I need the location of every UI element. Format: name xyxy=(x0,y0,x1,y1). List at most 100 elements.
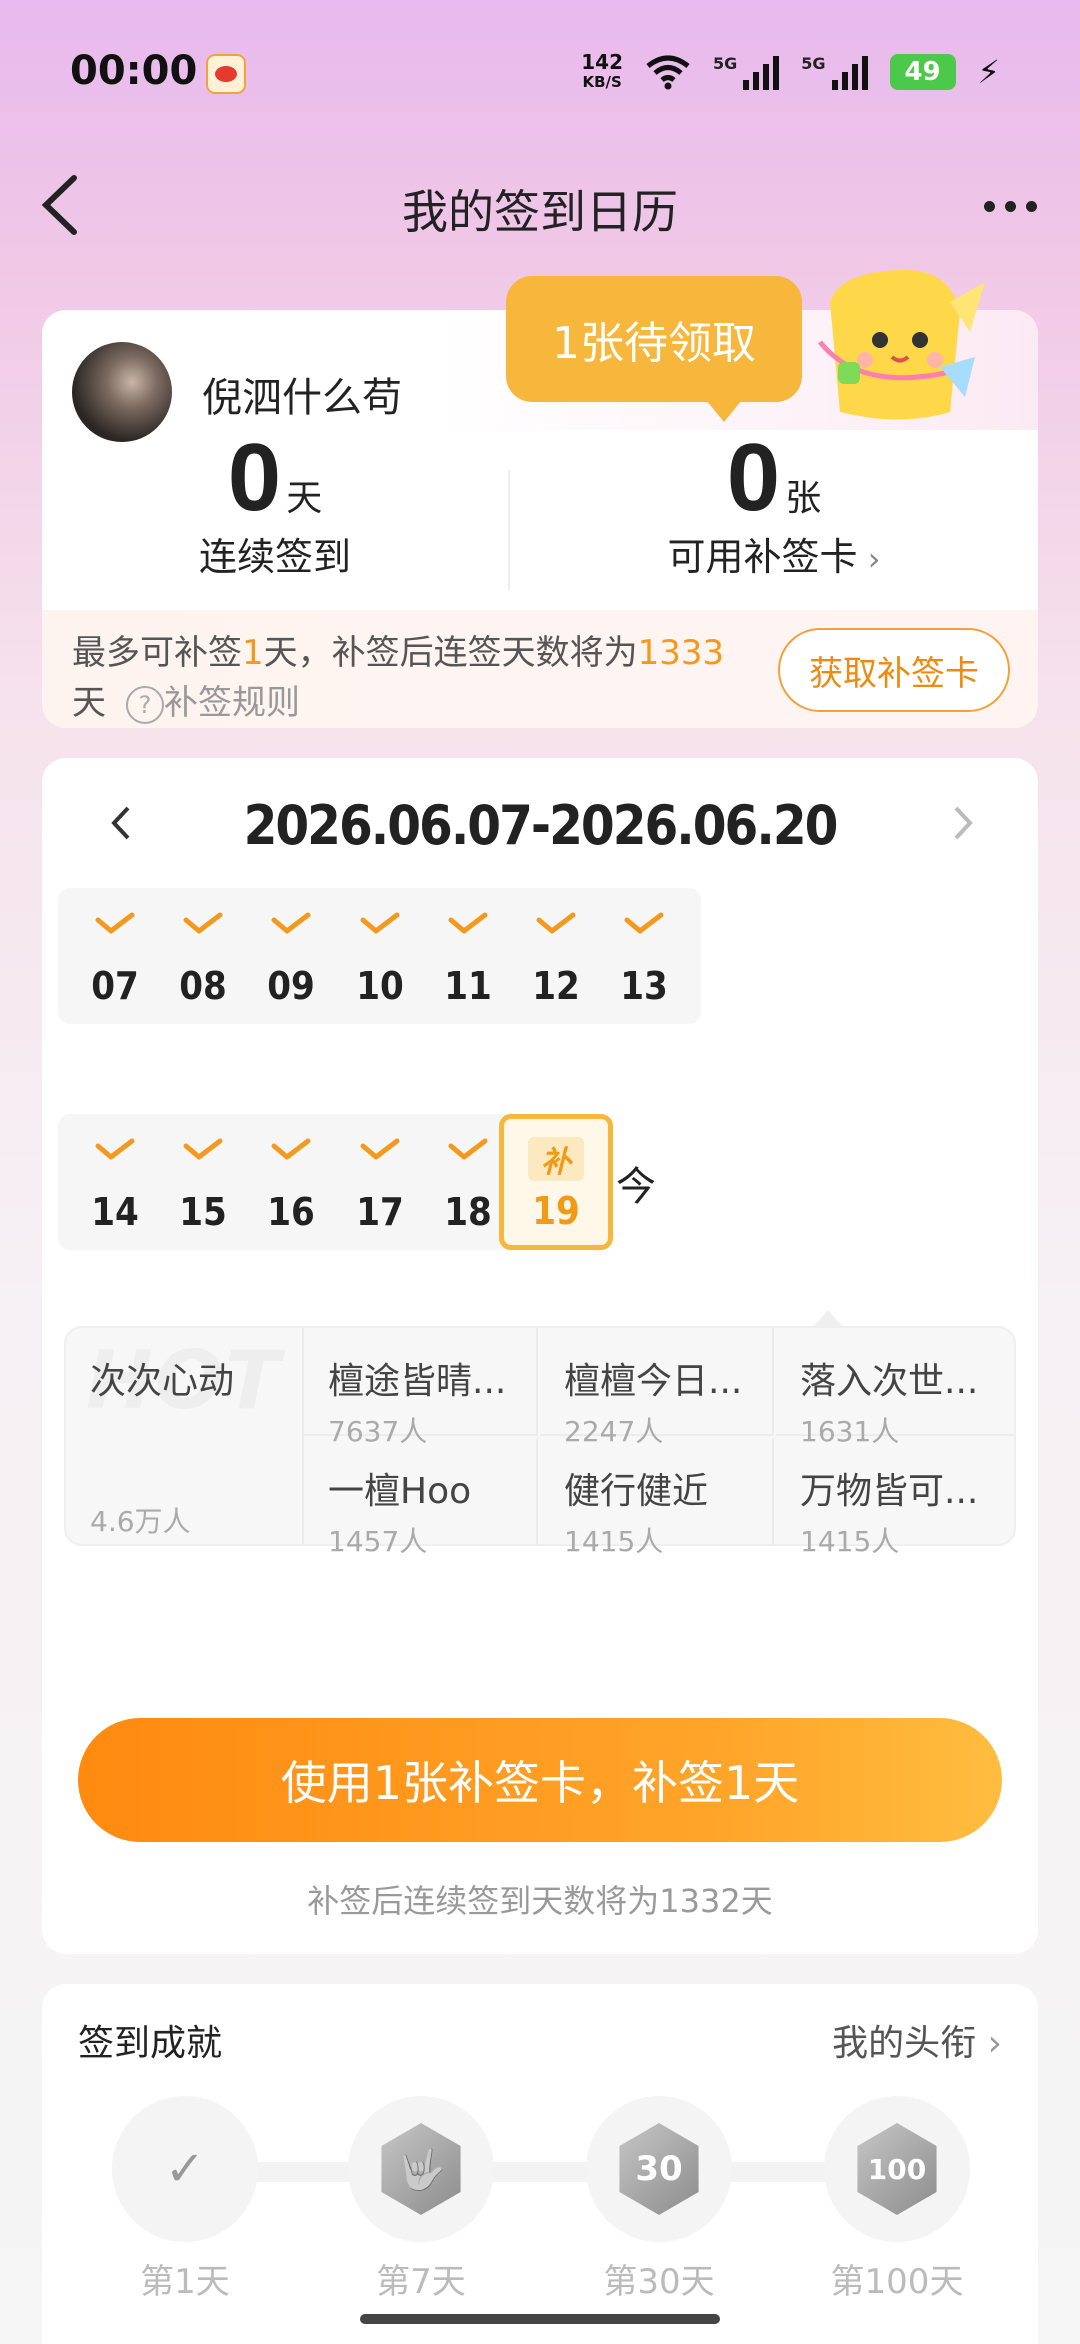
network-speed-value: 142 xyxy=(581,50,623,74)
dot-icon xyxy=(1025,200,1037,212)
streak-label: 连续签到 xyxy=(198,535,351,579)
hot-count: 1415人 xyxy=(800,1525,900,1558)
calendar-day[interactable]: 13 xyxy=(587,888,701,1024)
checkmark-icon: ✓ xyxy=(164,2141,206,2197)
tip-prefix: 最多可补签 xyxy=(72,633,242,673)
badge-day-7[interactable]: 🤟 xyxy=(348,2096,494,2242)
cell-signal-1-icon: 5G xyxy=(713,54,780,90)
use-makeup-card-button[interactable]: 使用1张补签卡，补签1天 xyxy=(78,1718,1002,1842)
hot-item[interactable]: 落入次世... 1631人 xyxy=(776,1328,1014,1448)
badge-number: 30 xyxy=(635,2149,683,2189)
badge-hexagon-icon: 30 xyxy=(619,2123,699,2215)
battery-indicator: 49 xyxy=(889,54,956,90)
checkmark-icon xyxy=(271,1138,311,1160)
badge-day-1[interactable]: ✓ xyxy=(112,2096,258,2242)
checkmark-icon xyxy=(360,912,400,934)
my-titles-label: 我的头衔 xyxy=(832,2023,977,2064)
badge-label: 第30天 xyxy=(603,2262,715,2302)
hot-count: 4.6万人 xyxy=(90,1505,191,1538)
hot-item[interactable]: 健行健近 1415人 xyxy=(540,1438,774,1558)
day-number: 19 xyxy=(532,1189,580,1233)
badge-day-100[interactable]: 100 xyxy=(824,2096,970,2242)
checkmark-icon xyxy=(448,912,488,934)
makeup-tag: 补 xyxy=(528,1137,584,1181)
hand-sign-icon: 🤟 xyxy=(396,2146,446,2193)
page-title: 我的签到日历 xyxy=(402,185,678,239)
bubble-tail xyxy=(706,400,742,422)
makeup-result-note: 补签后连续签到天数将为1332天 xyxy=(307,1882,773,1920)
cards-label: 可用补签卡 xyxy=(667,535,858,579)
cards-label-row: 可用补签卡 › xyxy=(510,526,1038,581)
hot-topics-panel: HOT 次次心动 4.6万人 檀途皆晴... 7637人 檀檀今日... 224… xyxy=(64,1326,1016,1558)
get-makeup-card-button[interactable]: 获取补签卡 xyxy=(778,628,1010,712)
streak-unit: 天 xyxy=(286,478,323,519)
tip-middle: 天，补签后连签天数将为 xyxy=(263,633,638,673)
signal-2-label: 5G xyxy=(801,54,826,73)
hot-title: 万物皆可... xyxy=(800,1471,979,1512)
network-speed-unit: KB/S xyxy=(582,73,622,91)
checkmark-icon xyxy=(536,912,576,934)
day-number: 13 xyxy=(620,964,668,1008)
hot-item[interactable]: 檀檀今日... 2247人 xyxy=(540,1328,774,1448)
weibo-app-icon xyxy=(206,54,246,94)
charging-bolt-icon: ⚡ xyxy=(977,53,1000,91)
hot-item[interactable]: 万物皆可... 1415人 xyxy=(776,1438,1014,1558)
pending-cards-bubble[interactable]: 1张待领取 xyxy=(506,276,802,402)
badge-number: 100 xyxy=(867,2152,927,2186)
rules-label: 补签规则 xyxy=(164,683,300,723)
hot-count: 1457人 xyxy=(328,1525,428,1558)
dot-icon xyxy=(983,200,995,212)
badge-hexagon-icon: 🤟 xyxy=(381,2123,461,2215)
streak-stat: 0 天 连续签到 xyxy=(42,430,508,581)
cell-signal-2-icon: 5G xyxy=(801,54,868,90)
checkmark-icon xyxy=(95,1138,135,1160)
cards-unit: 张 xyxy=(785,478,822,519)
hot-title: 檀途皆晴... xyxy=(328,1361,507,1402)
date-range: 2026.06.07-2026.06.20 xyxy=(243,794,839,857)
hot-item[interactable]: 檀途皆晴... 7637人 xyxy=(304,1328,538,1448)
hot-title: 落入次世... xyxy=(800,1361,979,1402)
avatar[interactable] xyxy=(72,342,172,442)
hot-title: 次次心动 xyxy=(90,1361,235,1402)
checkmark-icon xyxy=(624,912,664,934)
checkmark-icon xyxy=(271,912,311,934)
hot-title: 檀檀今日... xyxy=(564,1361,743,1402)
badge-label: 第1天 xyxy=(140,2262,230,2302)
mascot-illustration xyxy=(818,269,985,420)
next-range-button[interactable] xyxy=(942,798,982,848)
checkmark-icon xyxy=(448,1138,488,1160)
achievement-track xyxy=(172,2162,902,2182)
question-icon: ? xyxy=(126,685,164,724)
hot-title: 一檀Hoo xyxy=(328,1471,472,1512)
checkmark-icon xyxy=(183,1138,223,1160)
chevron-right-icon: › xyxy=(976,2023,1002,2064)
tip-days: 1 xyxy=(242,633,264,673)
calendar-card: 2026.06.07-2026.06.20 07 08 09 10 11 12 … xyxy=(42,758,1038,1954)
status-time: 00:00 xyxy=(70,48,198,94)
cards-value: 0 xyxy=(726,424,781,531)
tip-total: 1333 xyxy=(637,633,725,673)
checkmark-icon xyxy=(95,912,135,934)
hot-item[interactable]: 一檀Hoo 1457人 xyxy=(304,1438,538,1558)
badge-day-30[interactable]: 30 xyxy=(586,2096,732,2242)
today-label[interactable]: 今 xyxy=(616,1154,656,1212)
chevron-right-icon xyxy=(954,806,973,840)
wifi-icon xyxy=(646,55,690,90)
streak-value: 0 xyxy=(227,424,282,531)
username: 倪泗什么苟 xyxy=(202,375,402,421)
rules-link[interactable]: ? 补签规则 xyxy=(106,683,300,724)
checkmark-icon xyxy=(183,912,223,934)
checkmark-icon xyxy=(360,1138,400,1160)
home-indicator[interactable] xyxy=(360,2314,720,2324)
achievements-card: 签到成就 我的头衔 › ✓ 第1天 🤟 第7天 30 第30天 100 第100… xyxy=(42,1984,1038,2344)
network-speed: 142 KB/S xyxy=(581,52,623,92)
makeup-cards-stat[interactable]: 0 张 可用补签卡 › xyxy=(510,430,1038,581)
my-titles-link[interactable]: 我的头衔 › xyxy=(832,2014,1002,2066)
calendar-day-makeup[interactable]: 补 19 xyxy=(499,1114,613,1250)
hot-title: 健行健近 xyxy=(564,1471,709,1512)
status-indicators: 142 KB/S 5G 5G 49 ⚡ xyxy=(581,52,1000,92)
badge-label: 第100天 xyxy=(830,2262,964,2302)
hot-featured-item[interactable]: HOT 次次心动 4.6万人 xyxy=(66,1328,304,1544)
chevron-right-icon: › xyxy=(857,540,881,578)
more-options-button[interactable] xyxy=(970,186,1050,226)
